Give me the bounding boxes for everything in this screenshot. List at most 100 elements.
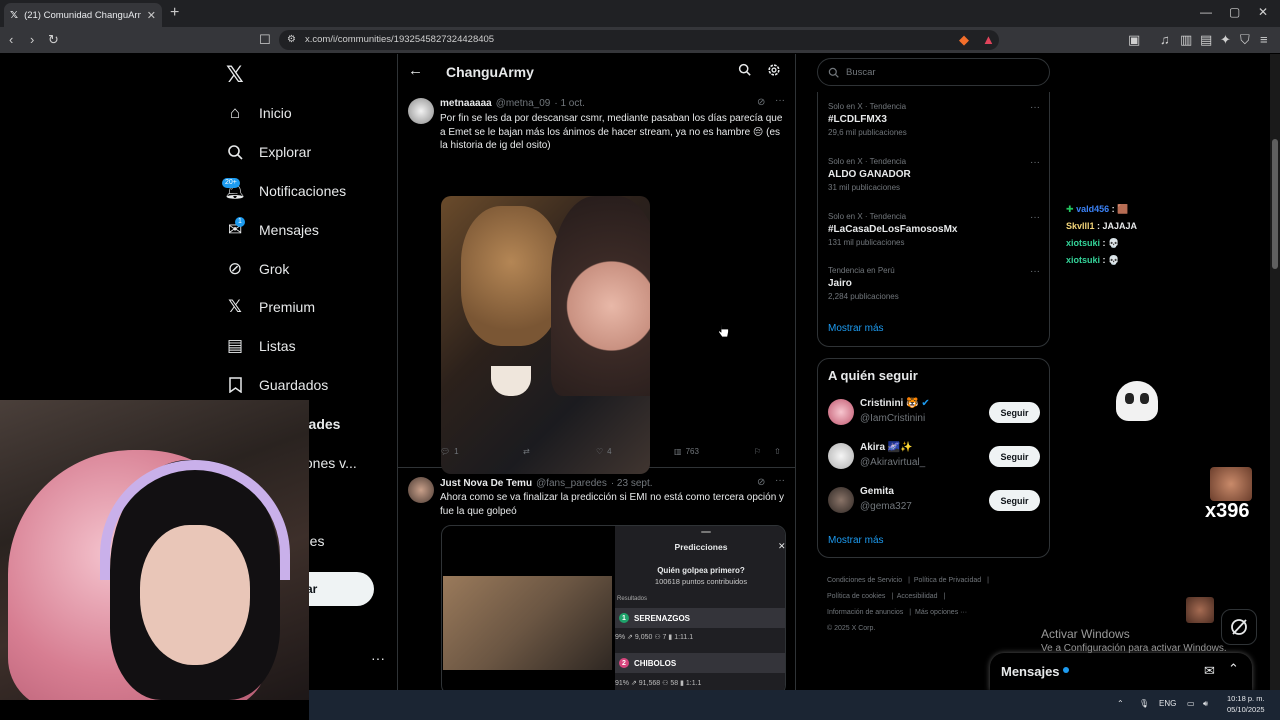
follow-button[interactable]: Seguir	[989, 490, 1040, 511]
tweet-author-name[interactable]: metnaaaaa	[440, 98, 492, 109]
bookmark-button[interactable]: ⚐	[754, 447, 774, 456]
more-options-icon[interactable]: ···	[775, 475, 785, 486]
search-input[interactable]: Buscar	[817, 58, 1050, 86]
like-button[interactable]: ♡ 4	[596, 447, 674, 456]
footer-link[interactable]: Política de cookies	[827, 593, 885, 600]
more-options-icon[interactable]: ···	[1030, 102, 1040, 113]
back-arrow-icon[interactable]: ←	[408, 62, 423, 79]
bookmark-star-icon[interactable]: ☐	[259, 32, 271, 48]
follow-button[interactable]: Seguir	[989, 446, 1040, 467]
reply-button[interactable]: 💬︎ 1	[440, 447, 523, 456]
follow-button[interactable]: Seguir	[989, 402, 1040, 423]
new-message-icon[interactable]: ✉	[1204, 663, 1215, 679]
footer-link[interactable]: Accesibilidad	[897, 593, 938, 600]
tweet[interactable]: Just Nova De Temu @fans_paredes · 23 sep…	[398, 469, 795, 700]
maximize-button[interactable]: ▢	[1229, 5, 1240, 19]
grok-floating-button[interactable]	[1221, 609, 1257, 645]
tweet-date[interactable]: · 23 sept.	[611, 478, 653, 489]
sidebar-item-grok[interactable]: ⊘ Grok	[226, 254, 289, 284]
footer-link[interactable]: Información de anuncios	[827, 609, 903, 616]
more-options-icon[interactable]: ···	[1030, 266, 1040, 277]
wallet-icon[interactable]: ▤	[1200, 32, 1212, 48]
tweet[interactable]: metnaaaaa @metna_09 · 1 oct. ⊘ ··· Por f…	[398, 90, 795, 474]
browser-tab[interactable]: 𝕏 (21) Comunidad ChanguArmy / X ✕	[4, 3, 162, 27]
tweet-author-handle[interactable]: @fans_paredes	[536, 478, 607, 489]
chat-username: Skvlll1	[1066, 221, 1095, 231]
avatar[interactable]	[828, 443, 854, 469]
avatar[interactable]	[828, 487, 854, 513]
trend-name: ALDO GANADOR	[828, 169, 911, 180]
avatar[interactable]	[828, 399, 854, 425]
back-arrow-icon[interactable]: ‹	[9, 32, 13, 47]
trend-item[interactable]: Solo en X · Tendencia #LaCasaDeLosFamoso…	[828, 212, 1040, 247]
more-options-icon[interactable]: ···	[1030, 212, 1040, 223]
tweet-author-handle[interactable]: @metna_09	[496, 98, 551, 109]
footer-link[interactable]: Más opciones ···	[915, 609, 967, 616]
repost-button[interactable]: ⇄	[523, 447, 596, 456]
hand-cursor-icon	[718, 324, 729, 338]
microphone-icon[interactable]: 🎙︎	[1139, 699, 1149, 708]
avatar[interactable]	[408, 477, 434, 503]
sidebar-item-listas[interactable]: ▤ Listas	[226, 331, 296, 361]
volume-icon[interactable]: 🔊︎	[1203, 699, 1208, 709]
show-more-trends-link[interactable]: Mostrar más	[828, 323, 884, 334]
sidebar-icon[interactable]: ▣	[1128, 32, 1140, 48]
tweet-author-name[interactable]: Just Nova De Temu	[440, 478, 532, 489]
site-info-icon[interactable]: ⚙	[287, 34, 296, 45]
menu-icon[interactable]: ≡	[1260, 32, 1268, 47]
copyright: © 2025 X Corp.	[827, 625, 876, 632]
chat-text: : 💀	[1102, 255, 1120, 265]
trend-item[interactable]: Solo en X · Tendencia #LCDLFMX3 29,6 mil…	[828, 102, 1040, 137]
community-title: ChanguArmy	[446, 64, 534, 80]
window-close-button[interactable]: ✕	[1258, 5, 1268, 19]
avatar[interactable]	[408, 98, 434, 124]
trend-item[interactable]: Tendencia en Perú Jairo 2,284 publicacio…	[828, 266, 1040, 301]
settings-gear-icon[interactable]	[767, 63, 781, 77]
trend-item[interactable]: Solo en X · Tendencia ALDO GANADOR 31 mi…	[828, 157, 1040, 192]
sidebar-item-premium[interactable]: 𝕏 Premium	[226, 292, 315, 322]
leo-icon[interactable]: ✦	[1220, 32, 1231, 48]
sidebar-item-label: Listas	[259, 338, 296, 354]
language-indicator[interactable]: ENG	[1159, 699, 1176, 708]
rewards-icon[interactable]: ▲	[982, 32, 995, 47]
more-options-icon[interactable]: ···	[1030, 157, 1040, 168]
show-more-follows-link[interactable]: Mostrar más	[828, 535, 884, 546]
panel-icon[interactable]: ▥	[1180, 32, 1192, 48]
tweet-date[interactable]: · 1 oct.	[554, 98, 585, 109]
scrollbar-thumb[interactable]	[1272, 139, 1278, 269]
display-icon[interactable]: ▭	[1187, 699, 1195, 708]
brave-shield-icon[interactable]: ◆	[959, 32, 969, 48]
footer-link[interactable]: Condiciones de Servicio	[827, 577, 902, 584]
footer-link[interactable]: Política de Privacidad	[914, 577, 981, 584]
reload-icon[interactable]: ↻	[48, 32, 59, 48]
account-more-icon[interactable]: ···	[371, 650, 385, 666]
sidebar-item-explorar[interactable]: Explorar	[226, 137, 311, 167]
search-icon[interactable]	[738, 63, 751, 76]
expand-chevron-icon[interactable]: ⌃	[1228, 661, 1239, 677]
forward-arrow-icon[interactable]: ›	[30, 32, 34, 47]
grok-icon[interactable]: ⊘	[757, 97, 765, 108]
page-scrollbar[interactable]	[1270, 54, 1280, 700]
vpn-icon[interactable]: ⛉	[1240, 32, 1250, 48]
tray-chevron-icon[interactable]: ⌃	[1117, 699, 1124, 708]
sidebar-item-inicio[interactable]: ⌂ Inicio	[226, 98, 292, 128]
sidebar-item-notificaciones[interactable]: 🔔︎ Notificaciones	[224, 176, 346, 206]
new-tab-button[interactable]: +	[170, 4, 179, 22]
follow-suggestion[interactable]: Akira 🌌✨ @Akiravirtual_ Seguir	[828, 441, 1040, 473]
more-options-icon[interactable]: ···	[775, 95, 785, 106]
views-button[interactable]: ▥ 763	[674, 447, 754, 456]
sidebar-item-guardados[interactable]: Guardados	[226, 370, 328, 400]
tab-close-icon[interactable]: ✕	[147, 9, 156, 22]
clock[interactable]: 10:18 p. m. 05/10/2025	[1227, 693, 1265, 715]
x-logo[interactable]: 𝕏	[226, 62, 244, 88]
messages-drawer[interactable]: Mensajes ✉ ⌃	[990, 653, 1252, 691]
music-icon[interactable]: ♫	[1160, 32, 1170, 47]
minimize-button[interactable]: —	[1200, 5, 1212, 19]
post-button[interactable]: ar	[300, 572, 374, 606]
follow-suggestion[interactable]: Gemita @gema327 Seguir	[828, 485, 1040, 517]
share-button[interactable]: ⇧	[774, 447, 781, 456]
follow-suggestion[interactable]: Cristinini 🐯 ✔ @IamCristinini Seguir	[828, 397, 1040, 429]
grok-icon[interactable]: ⊘	[757, 477, 765, 488]
tweet-media[interactable]: Predicciones ✕ Quién golpea primero? 100…	[441, 525, 786, 695]
tweet-photo[interactable]	[441, 196, 650, 474]
